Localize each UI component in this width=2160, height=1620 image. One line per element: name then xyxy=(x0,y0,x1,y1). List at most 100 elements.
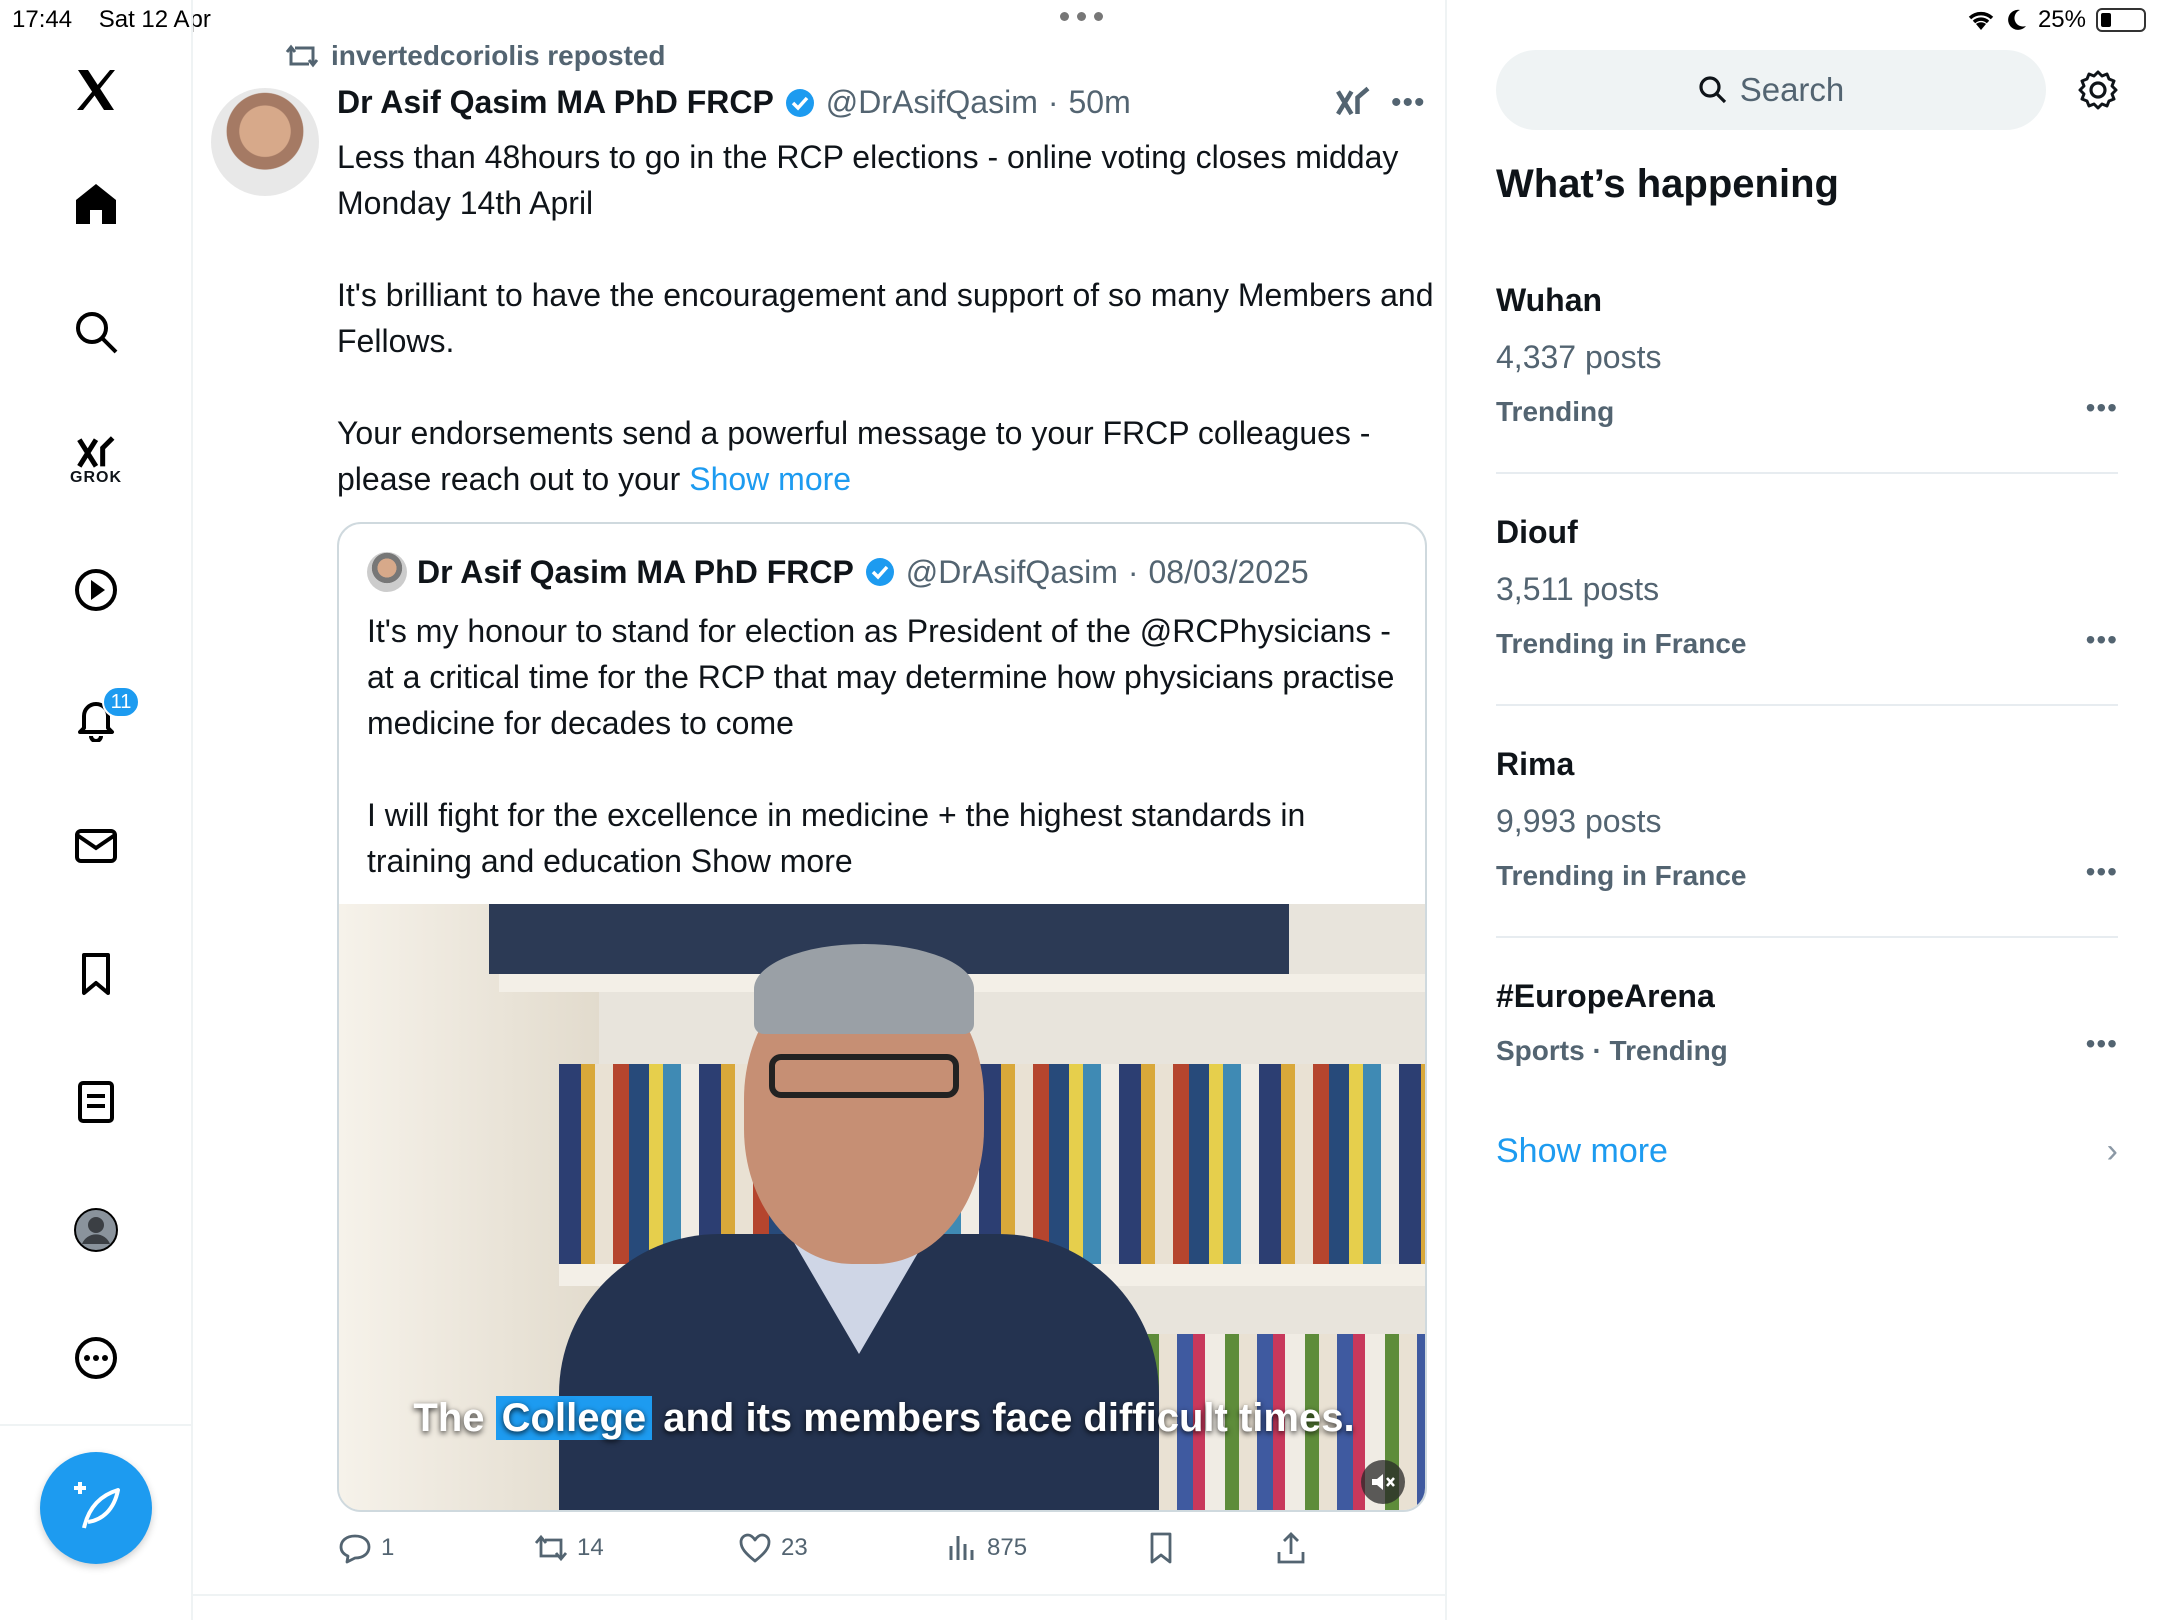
video-caption: The College and its members face difficu… xyxy=(339,1396,1425,1441)
separator: · xyxy=(1047,84,1059,120)
battery-icon xyxy=(2096,8,2146,32)
battery-percent: 25% xyxy=(2037,6,2086,33)
trend-divider xyxy=(1496,704,2118,706)
trend-title: Rima xyxy=(1496,746,1575,782)
trend-divider xyxy=(1496,472,2118,474)
more-icon[interactable] xyxy=(62,1324,130,1392)
quote-text: It's my honour to stand for election as … xyxy=(367,608,1407,884)
trend-meta: Trending in France xyxy=(1496,628,1747,659)
grok-label: GROK xyxy=(70,469,122,486)
trend-item[interactable]: Diouf 3,511 posts Trending in France ••• xyxy=(1496,514,2118,660)
verified-badge-icon xyxy=(785,88,814,117)
trend-divider xyxy=(1496,936,2118,938)
list-icon[interactable] xyxy=(62,1068,130,1136)
repost-icon xyxy=(534,1534,568,1562)
tweet-divider xyxy=(193,1594,1447,1596)
tweet-text: Less than 48hours to go in the RCP elect… xyxy=(337,134,1437,502)
avatar-icon[interactable] xyxy=(62,1196,130,1264)
x-logo-icon[interactable] xyxy=(62,56,130,124)
play-icon[interactable] xyxy=(62,556,130,624)
search-icon[interactable] xyxy=(62,298,130,366)
trend-more-icon[interactable]: ••• xyxy=(2086,1028,2118,1060)
repost-button[interactable]: 14 xyxy=(533,1530,604,1566)
trend-meta: Trending in France xyxy=(1496,860,1747,891)
status-indicators: 25% xyxy=(1966,6,2146,34)
trend-item[interactable]: Wuhan 4,337 posts Trending ••• xyxy=(1496,282,2118,428)
quote-author-name: Dr Asif Qasim MA PhD FRCP xyxy=(417,553,854,590)
reply-icon xyxy=(339,1534,371,1564)
trend-title: Diouf xyxy=(1496,514,1578,550)
gear-icon[interactable] xyxy=(2076,68,2120,112)
bookmark-button[interactable] xyxy=(1143,1530,1179,1566)
show-more-label: Show more xyxy=(1496,1132,1668,1170)
sidebar-divider xyxy=(0,1424,193,1426)
mail-icon[interactable] xyxy=(62,812,130,880)
compose-icon xyxy=(74,1482,120,1529)
tweet-paragraph: Less than 48hours to go in the RCP elect… xyxy=(337,139,1399,221)
share-button[interactable] xyxy=(1273,1530,1309,1566)
trend-more-icon[interactable]: ••• xyxy=(2086,392,2118,424)
quote-paragraph: I will fight for the excellence in medic… xyxy=(367,797,1306,879)
tweet-actions: 1 14 23 875 xyxy=(337,1530,1437,1580)
like-count: 23 xyxy=(781,1534,808,1561)
quote-date: 08/03/2025 xyxy=(1148,553,1309,590)
grok-explain-icon[interactable] xyxy=(1335,84,1371,120)
trend-more-icon[interactable]: ••• xyxy=(2086,856,2118,888)
repost-count: 14 xyxy=(577,1534,604,1561)
compose-button[interactable] xyxy=(40,1452,152,1564)
repost-icon xyxy=(285,44,319,68)
mute-button[interactable] xyxy=(1361,1460,1405,1504)
trend-meta: Trending xyxy=(1496,396,1615,427)
search-placeholder: Search xyxy=(1739,71,1845,108)
repost-indicator[interactable]: invertedcoriolis reposted xyxy=(285,40,666,72)
reply-button[interactable]: 1 xyxy=(337,1530,394,1566)
quote-paragraph: It's my honour to stand for election as … xyxy=(367,613,1395,741)
author-name[interactable]: Dr Asif Qasim MA PhD FRCP xyxy=(337,84,774,121)
home-icon[interactable] xyxy=(62,170,130,238)
quote-author-handle: @DrAsifQasim xyxy=(905,553,1118,590)
show-more-trends[interactable]: Show more › xyxy=(1496,1132,2118,1171)
search-input[interactable]: Search xyxy=(1496,50,2046,130)
trend-title: #EuropeArena xyxy=(1496,978,1715,1014)
trend-item[interactable]: Rima 9,993 posts Trending in France ••• xyxy=(1496,746,2118,892)
views-icon xyxy=(949,1536,974,1560)
bookmark-icon[interactable] xyxy=(62,940,130,1008)
grok-icon[interactable]: GROK xyxy=(62,426,130,494)
show-more-link[interactable]: Show more xyxy=(689,461,851,497)
trend-item[interactable]: #EuropeArena Sports · Trending ••• xyxy=(1496,978,2118,1067)
chevron-right-icon: › xyxy=(2106,1132,2118,1170)
timeline: invertedcoriolis reposted Dr Asif Qasim … xyxy=(193,0,1447,1620)
tweet-paragraph: Your endorsements send a powerful messag… xyxy=(337,410,1437,502)
speaker-muted-icon xyxy=(1372,1474,1395,1490)
caption-highlight: College xyxy=(495,1396,653,1440)
tweet-paragraph: It's brilliant to have the encouragement… xyxy=(337,277,1434,359)
views-count: 875 xyxy=(987,1534,1028,1561)
tweet-header: Dr Asif Qasim MA PhD FRCP @DrAsifQasim ·… xyxy=(337,84,1131,121)
trend-title: Wuhan xyxy=(1496,282,1603,318)
views-button[interactable]: 875 xyxy=(943,1530,1027,1566)
author-avatar[interactable] xyxy=(211,88,319,196)
share-icon xyxy=(1277,1532,1305,1564)
author-handle[interactable]: @DrAsifQasim xyxy=(826,84,1038,121)
trend-more-icon[interactable]: ••• xyxy=(2086,624,2118,656)
trend-posts: 4,337 posts xyxy=(1496,339,1662,375)
tweet-more-icon[interactable]: ••• xyxy=(1391,86,1426,120)
repost-label: invertedcoriolis reposted xyxy=(331,40,666,71)
like-button[interactable]: 23 xyxy=(737,1530,808,1566)
quote-header: Dr Asif Qasim MA PhD FRCP @DrAsifQasim ·… xyxy=(367,552,1309,592)
caption-text: and its members face difficult times. xyxy=(652,1396,1355,1440)
verified-badge-icon xyxy=(865,558,894,586)
moon-icon xyxy=(2008,9,2026,30)
tweet-time[interactable]: 50m xyxy=(1069,84,1131,121)
heart-icon xyxy=(739,1533,771,1563)
separator: · xyxy=(1127,553,1139,590)
whats-happening-title: What’s happening xyxy=(1496,162,1839,206)
search-icon xyxy=(1699,76,1726,104)
wifi-icon xyxy=(1968,11,1994,30)
notification-badge: 11 xyxy=(102,686,140,718)
trend-posts: 9,993 posts xyxy=(1496,803,1662,839)
quoted-tweet[interactable]: Dr Asif Qasim MA PhD FRCP @DrAsifQasim ·… xyxy=(337,522,1427,1512)
video-speaker-glasses xyxy=(769,1054,959,1098)
video-player[interactable]: The College and its members face difficu… xyxy=(339,904,1425,1510)
caption-text: The xyxy=(413,1396,496,1440)
